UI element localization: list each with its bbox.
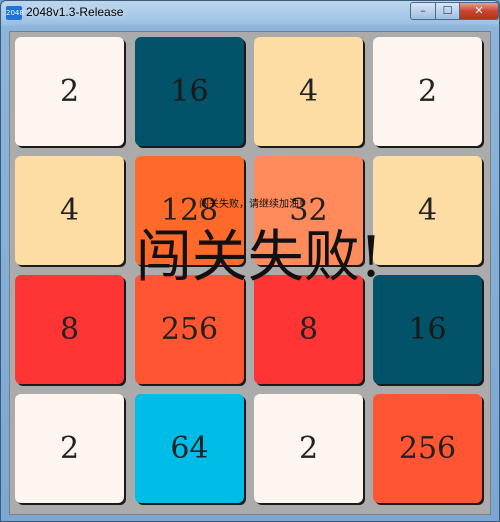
tile-r4-c4: 256 xyxy=(373,394,482,503)
game-over-hint: 闯关失败，请继续加油! xyxy=(198,199,303,210)
minimize-button[interactable]: – xyxy=(410,2,436,20)
tile-r4-c3: 2 xyxy=(254,394,363,503)
tile-r1-c3: 4 xyxy=(254,37,363,146)
title-bar[interactable]: 2048 2048v1.3-Release – ☐ ✕ xyxy=(1,1,499,25)
game-window: 2048 2048v1.3-Release – ☐ ✕ 2 16 4 2 4 1… xyxy=(0,0,500,522)
window-title: 2048v1.3-Release xyxy=(26,5,124,19)
tile-r1-c2: 16 xyxy=(135,37,244,146)
tile-r4-c1: 2 xyxy=(15,394,124,503)
maximize-button[interactable]: ☐ xyxy=(435,2,460,20)
tile-r4-c2: 64 xyxy=(135,394,244,503)
close-button[interactable]: ✕ xyxy=(459,2,499,20)
tile-r1-c4: 2 xyxy=(373,37,482,146)
tile-r1-c1: 2 xyxy=(15,37,124,146)
app-icon: 2048 xyxy=(6,6,24,20)
game-over-message: 闯关失败! xyxy=(135,225,383,290)
